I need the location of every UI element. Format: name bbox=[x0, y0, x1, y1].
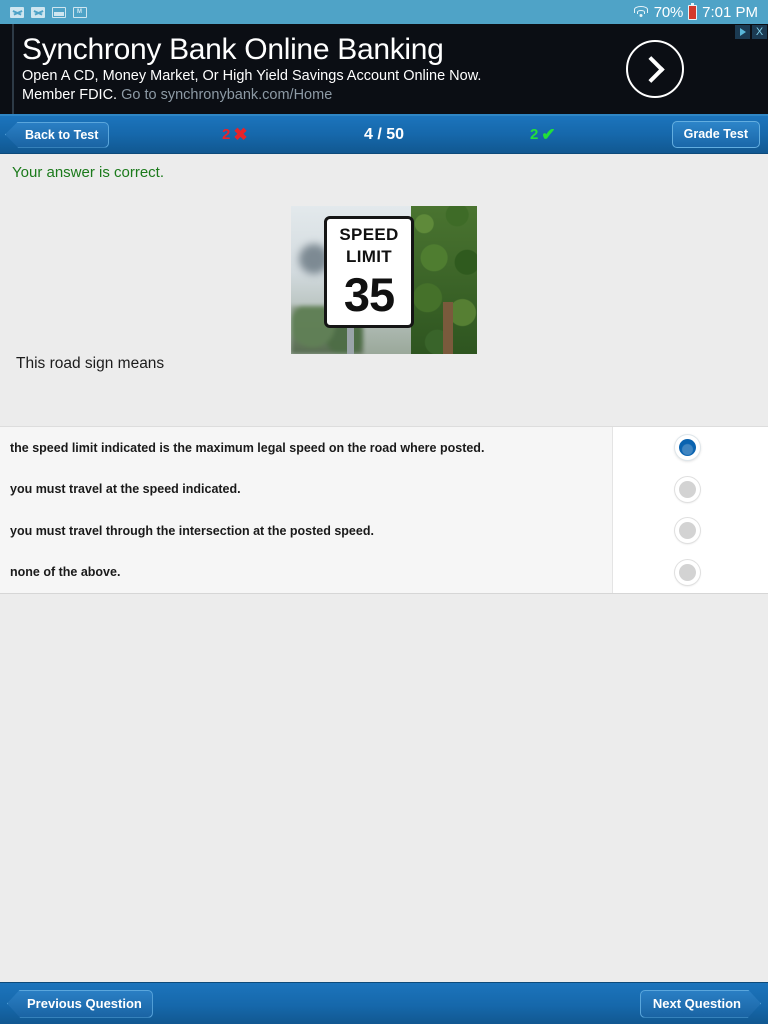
close-icon[interactable]: X bbox=[752, 25, 767, 39]
next-question-button[interactable]: Next Question bbox=[640, 990, 761, 1018]
question-nav-bar: Previous Question Next Question bbox=[0, 982, 768, 1024]
ad-title: Synchrony Bank Online Banking bbox=[22, 33, 444, 66]
radio-cell-3[interactable] bbox=[613, 510, 768, 552]
back-to-test-button[interactable]: Back to Test bbox=[5, 121, 110, 148]
answer-option-2[interactable]: you must travel at the speed indicated. bbox=[0, 469, 612, 511]
photo-icon bbox=[52, 6, 66, 18]
question-panel: Your answer is correct. SPEED LIMIT 35 T… bbox=[0, 154, 768, 426]
answer-text-column: the speed limit indicated is the maximum… bbox=[0, 427, 613, 593]
grade-test-button[interactable]: Grade Test bbox=[671, 121, 760, 148]
status-notification-icons: M bbox=[10, 6, 87, 18]
sign-limit-number: 35 bbox=[343, 268, 395, 321]
question-progress-label: 4 / 50 bbox=[363, 125, 405, 143]
question-prompt: This road sign means bbox=[16, 355, 165, 372]
ad-fdic-label: Member FDIC. bbox=[22, 87, 118, 103]
android-status-bar: M 70% 7:01 PM bbox=[0, 0, 768, 24]
ad-footnote: Member FDIC. Go to synchronybank.com/Hom… bbox=[22, 86, 626, 105]
radio-cell-1[interactable] bbox=[613, 427, 768, 469]
wrong-score: 2 ✖ bbox=[222, 125, 248, 145]
wrong-count-label: 2 bbox=[222, 126, 231, 143]
app-screen: M 70% 7:01 PM Synchrony Bank Online Bank… bbox=[0, 0, 768, 1024]
envelope-icon bbox=[10, 6, 24, 18]
envelope-icon bbox=[31, 6, 45, 18]
score-row: 2 ✖ 4 / 50 2 ✔ bbox=[0, 116, 768, 153]
ad-left-rule bbox=[0, 24, 14, 114]
status-clock: 7:01 PM bbox=[702, 3, 758, 21]
previous-question-button[interactable]: Previous Question bbox=[7, 989, 153, 1018]
answer-feedback-message: Your answer is correct. bbox=[12, 164, 165, 181]
answer-radio-4[interactable] bbox=[675, 559, 700, 585]
speed-limit-sign-photo: SPEED LIMIT 35 bbox=[291, 206, 477, 354]
cross-icon: ✖ bbox=[233, 124, 248, 144]
chevron-right-icon[interactable] bbox=[626, 40, 684, 98]
ad-copy: Synchrony Bank Online Banking Open A CD,… bbox=[14, 33, 626, 105]
answer-radio-1[interactable] bbox=[675, 435, 700, 461]
answer-option-3[interactable]: you must travel through the intersection… bbox=[0, 510, 612, 552]
answer-radio-3[interactable] bbox=[675, 518, 700, 544]
mail-app-icon: M bbox=[73, 6, 87, 18]
sign-line-speed: SPEED bbox=[339, 225, 399, 244]
wifi-icon bbox=[634, 5, 649, 19]
battery-percent-label: 70% bbox=[653, 3, 684, 21]
speed-limit-sign: SPEED LIMIT 35 bbox=[324, 216, 414, 328]
correct-count-label: 2 bbox=[530, 126, 539, 143]
radio-cell-2[interactable] bbox=[613, 469, 768, 511]
answer-options-panel: the speed limit indicated is the maximum… bbox=[0, 426, 768, 594]
adchoices-icon[interactable] bbox=[735, 25, 750, 39]
check-icon: ✔ bbox=[541, 124, 556, 144]
answer-radio-2[interactable] bbox=[675, 476, 700, 502]
test-toolbar: Back to Test 2 ✖ 4 / 50 2 ✔ Grade Test bbox=[0, 116, 768, 154]
ad-url-label: Go to synchronybank.com/Home bbox=[121, 87, 333, 103]
battery-low-icon bbox=[688, 2, 698, 20]
answer-option-4[interactable]: none of the above. bbox=[0, 552, 612, 594]
radio-cell-4[interactable] bbox=[613, 552, 768, 594]
answer-radio-column bbox=[613, 427, 768, 593]
status-system-icons: 70% 7:01 PM bbox=[634, 2, 758, 21]
ad-badges: X bbox=[735, 25, 767, 39]
answer-option-1[interactable]: the speed limit indicated is the maximum… bbox=[0, 427, 612, 469]
ad-subtitle: Open A CD, Money Market, Or High Yield S… bbox=[22, 68, 482, 84]
advertisement-banner[interactable]: Synchrony Bank Online Banking Open A CD,… bbox=[0, 24, 768, 116]
sign-line-limit: LIMIT bbox=[346, 247, 392, 266]
correct-score: 2 ✔ bbox=[530, 125, 556, 145]
question-image-wrap: SPEED LIMIT 35 bbox=[0, 182, 768, 354]
